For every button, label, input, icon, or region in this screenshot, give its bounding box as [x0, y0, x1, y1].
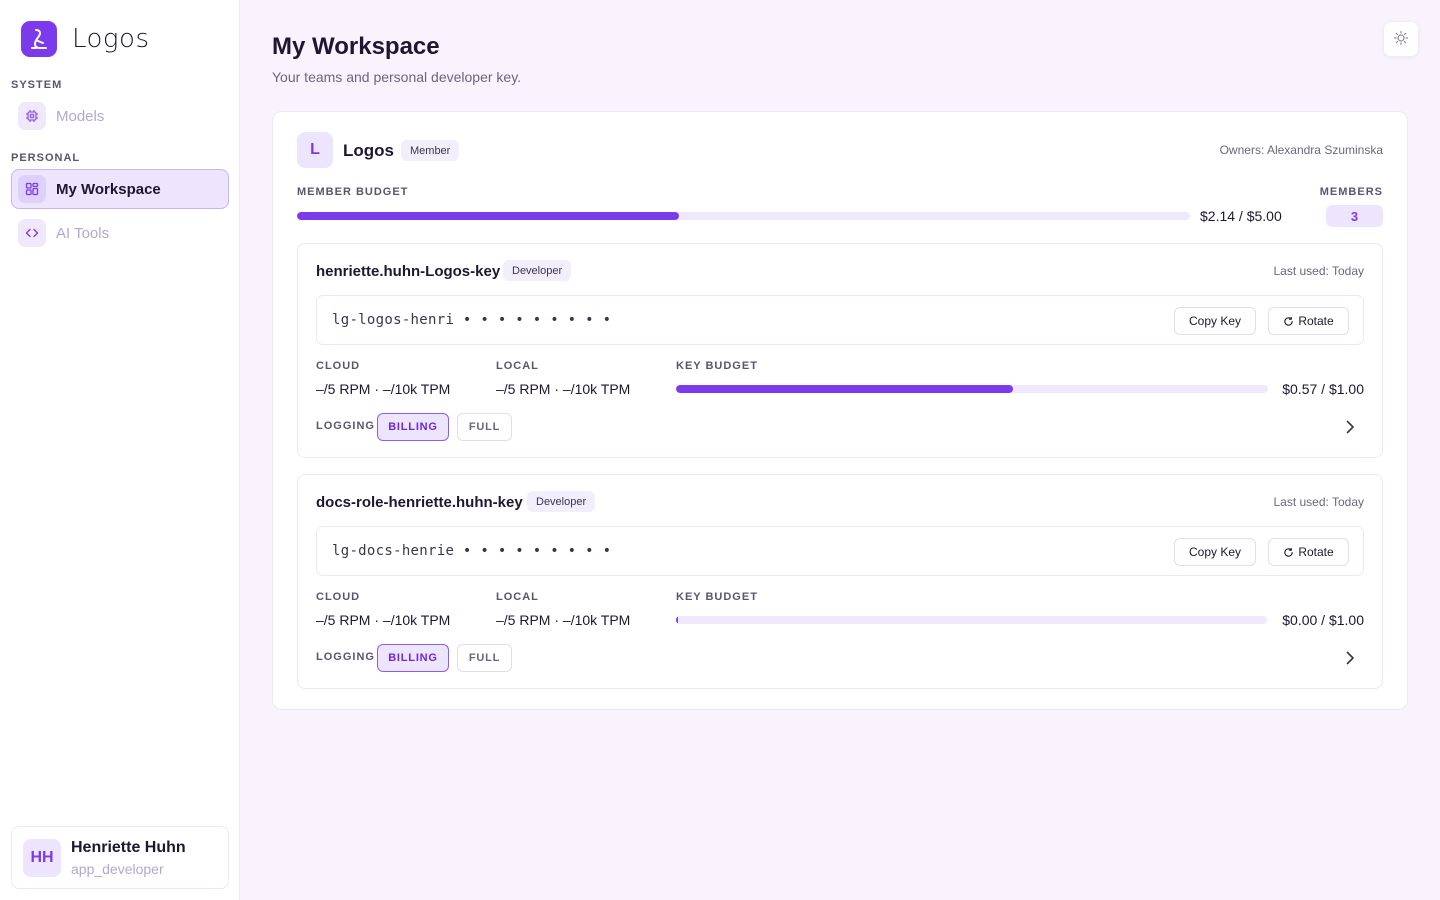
sidebar-item-label: My Workspace [56, 180, 161, 198]
team-card: L Logos Member Owners: Alexandra Szumins… [272, 111, 1408, 710]
chip-icon [18, 102, 46, 130]
sun-icon [1393, 30, 1409, 49]
key-value: lg-logos-henri • • • • • • • • • [332, 312, 612, 328]
key-last-used: Last used: Today [1273, 495, 1364, 509]
cloud-label: CLOUD [316, 360, 361, 372]
theme-toggle-button[interactable] [1383, 21, 1419, 57]
grid-icon [18, 175, 46, 203]
logging-label: LOGGING [316, 420, 375, 432]
key-budget-value: $0.00 / $1.00 [1282, 612, 1364, 628]
logos-logo-icon [21, 21, 57, 57]
sidebar-item-models[interactable]: Models [11, 96, 229, 136]
local-label: LOCAL [496, 360, 539, 372]
team-avatar: L [297, 132, 333, 168]
key-card: henriette.huhn-Logos-key Developer Last … [297, 243, 1383, 458]
team-role-badge: Member [401, 140, 460, 161]
key-budget-bar-fill [676, 385, 1014, 393]
rotate-icon [1283, 547, 1294, 558]
local-label: LOCAL [496, 591, 539, 603]
member-budget-value: $2.14 / $5.00 [1200, 208, 1282, 224]
rotate-icon [1283, 316, 1294, 327]
key-budget-bar [676, 616, 1267, 624]
user-info: Henriette Huhn app_developer [71, 839, 186, 877]
key-value: lg-docs-henrie • • • • • • • • • [332, 543, 612, 559]
key-last-used: Last used: Today [1273, 264, 1364, 278]
key-budget-bar [676, 385, 1268, 393]
rotate-key-button[interactable]: Rotate [1268, 538, 1349, 566]
members-count-badge: 3 [1326, 205, 1383, 227]
key-budget-label: KEY BUDGET [676, 360, 758, 372]
rotate-key-button[interactable]: Rotate [1268, 307, 1349, 335]
brand[interactable]: Logos [21, 21, 150, 57]
code-icon [18, 219, 46, 247]
key-value-box: lg-logos-henri • • • • • • • • • Copy Ke… [316, 295, 1364, 345]
copy-key-button[interactable]: Copy Key [1174, 538, 1256, 566]
key-card: docs-role-henriette.huhn-key Developer L… [297, 474, 1383, 689]
page-subtitle: Your teams and personal developer key. [272, 69, 522, 85]
section-label-personal: PERSONAL [11, 152, 81, 164]
member-budget-label: MEMBER BUDGET [297, 186, 409, 198]
key-budget-label: KEY BUDGET [676, 591, 758, 603]
key-name: henriette.huhn-Logos-key [316, 263, 501, 280]
key-budget-bar-fill [676, 616, 679, 624]
members-label: MEMBERS [1319, 186, 1383, 198]
logging-full-button[interactable]: FULL [457, 644, 512, 672]
rotate-label: Rotate [1298, 545, 1334, 559]
member-budget-bar-fill [297, 212, 680, 220]
cloud-value: –/5 RPM · –/10k TPM [316, 612, 451, 628]
section-label-system: SYSTEM [11, 79, 63, 91]
logging-full-button[interactable]: FULL [457, 413, 512, 441]
key-role-badge: Developer [503, 260, 572, 281]
logging-billing-button[interactable]: BILLING [377, 644, 449, 672]
team-name: Logos [343, 141, 394, 160]
sidebar-item-my-workspace[interactable]: My Workspace [11, 169, 229, 209]
copy-key-button[interactable]: Copy Key [1174, 307, 1256, 335]
key-value-box: lg-docs-henrie • • • • • • • • • Copy Ke… [316, 526, 1364, 576]
user-card[interactable]: HH Henriette Huhn app_developer [11, 826, 229, 889]
local-value: –/5 RPM · –/10k TPM [496, 612, 631, 628]
sidebar-item-label: Models [56, 107, 105, 125]
cloud-label: CLOUD [316, 591, 361, 603]
key-budget-value: $0.57 / $1.00 [1282, 381, 1364, 397]
member-budget-bar [297, 212, 1190, 220]
sidebar-item-label: AI Tools [56, 224, 110, 242]
logging-billing-button[interactable]: BILLING [377, 413, 449, 441]
rotate-label: Rotate [1298, 314, 1334, 328]
brand-name: Logos [72, 24, 150, 54]
chevron-right-icon[interactable] [1340, 648, 1360, 668]
key-role-badge: Developer [527, 491, 596, 512]
sidebar-item-ai-tools[interactable]: AI Tools [11, 213, 229, 253]
chevron-right-icon[interactable] [1340, 417, 1360, 437]
sidebar: Logos SYSTEM Models PERSONAL My Workspac… [0, 0, 240, 900]
avatar: HH [23, 838, 61, 877]
page-title: My Workspace [272, 33, 440, 60]
user-role: app_developer [71, 860, 164, 877]
cloud-value: –/5 RPM · –/10k TPM [316, 381, 451, 397]
local-value: –/5 RPM · –/10k TPM [496, 381, 631, 397]
logging-label: LOGGING [316, 651, 375, 663]
key-name: docs-role-henriette.huhn-key [316, 494, 523, 511]
team-owners: Owners: Alexandra Szuminska [1219, 143, 1383, 157]
user-name: Henriette Huhn [71, 838, 186, 856]
